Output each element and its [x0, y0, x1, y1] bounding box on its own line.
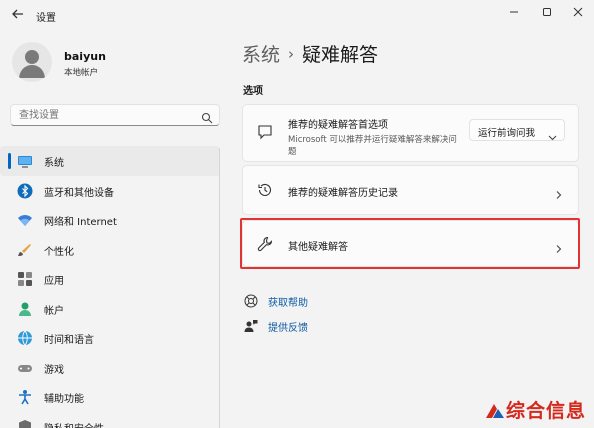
- breadcrumb: 系统 › 疑难解答: [242, 40, 378, 68]
- card-title: 推荐的疑难解答首选项: [288, 120, 388, 131]
- bluetooth-icon: [17, 183, 33, 199]
- account-icon: [17, 301, 33, 317]
- chevron-down-icon: [548, 127, 557, 141]
- breadcrumb-parent[interactable]: 系统: [242, 44, 280, 66]
- sidebar-item-label: 蓝牙和其他设备: [44, 187, 114, 199]
- help-link-label: 获取帮助: [268, 298, 308, 309]
- sidebar-item-label: 辅助功能: [44, 394, 84, 405]
- sidebar-item-accounts[interactable]: 帐户: [0, 294, 220, 324]
- sidebar-item-bluetooth[interactable]: 蓝牙和其他设备: [0, 176, 220, 206]
- highlight-box: [240, 218, 580, 269]
- avatar[interactable]: [12, 42, 52, 82]
- sidebar-item-time-language[interactable]: 时间和语言: [0, 323, 220, 353]
- back-arrow-icon[interactable]: [10, 7, 26, 23]
- feedback-icon: [244, 318, 258, 332]
- system-icon: [17, 153, 33, 169]
- watermark-text: 综合信息: [506, 400, 587, 422]
- help-icon: [244, 293, 258, 308]
- sidebar-item-label: 时间和语言: [44, 335, 94, 346]
- chat-bubble-icon: [257, 124, 273, 140]
- app-title: 设置: [36, 13, 56, 24]
- wifi-icon: [17, 212, 33, 228]
- sidebar-item-privacy[interactable]: 隐私和安全性: [0, 412, 220, 428]
- card-title: 推荐的疑难解答历史记录: [288, 188, 398, 199]
- maximize-icon[interactable]: [537, 4, 557, 24]
- sidebar-item-label: 系统: [44, 158, 64, 169]
- card-description: Microsoft 可以推荐并运行疑难解答来解决问题: [288, 135, 457, 157]
- shield-icon: [17, 419, 33, 428]
- sidebar-item-gaming[interactable]: 游戏: [0, 353, 220, 383]
- help-link-label: 提供反馈: [268, 323, 308, 334]
- gamepad-icon: [17, 360, 33, 376]
- sidebar-item-label: 个性化: [44, 246, 74, 258]
- search-input[interactable]: [19, 105, 199, 125]
- recommended-troubleshooter-card: 推荐的疑难解答首选项 Microsoft 可以推荐并运行疑难解答来解决问题 运行…: [242, 104, 579, 162]
- sidebar-item-system[interactable]: 系统: [0, 146, 220, 176]
- watermark-logo: [484, 400, 506, 422]
- sidebar-item-network[interactable]: 网络和 Internet: [0, 205, 220, 235]
- run-preference-dropdown[interactable]: 运行前询问我: [469, 119, 565, 141]
- apps-icon: [17, 271, 33, 287]
- brush-icon: [17, 242, 33, 258]
- search-box[interactable]: [10, 104, 220, 126]
- sidebar-item-label: 隐私和安全性: [44, 420, 104, 428]
- accessibility-icon: [17, 389, 33, 405]
- history-icon: [257, 182, 273, 198]
- troubleshooter-history-card[interactable]: 推荐的疑难解答历史记录: [242, 165, 579, 215]
- active-indicator: [8, 153, 11, 169]
- page-title: 疑难解答: [302, 44, 379, 66]
- sidebar-item-label: 网络和 Internet: [44, 217, 117, 228]
- minimize-icon[interactable]: [504, 4, 524, 24]
- sidebar-item-accessibility[interactable]: 辅助功能: [0, 382, 220, 412]
- watermark: 综合信息: [484, 394, 594, 428]
- dropdown-value: 运行前询问我: [478, 128, 536, 139]
- section-label: 选项: [243, 86, 263, 97]
- account-type: 本地帐户: [64, 68, 99, 78]
- sidebar-scrollbar[interactable]: [219, 148, 220, 428]
- sidebar-nav: 系统 蓝牙和其他设备 网络和 Internet 个性化 应用 帐户 时间和语言 …: [0, 146, 220, 428]
- sidebar-item-label: 应用: [44, 276, 64, 287]
- sidebar-item-label: 游戏: [44, 364, 64, 376]
- breadcrumb-separator: ›: [288, 44, 295, 63]
- profile-name: baiyun: [64, 50, 106, 63]
- sidebar-item-apps[interactable]: 应用: [0, 264, 220, 294]
- close-icon[interactable]: [568, 4, 588, 24]
- title-bar: 设置: [0, 0, 594, 30]
- sidebar-item-label: 帐户: [44, 305, 64, 317]
- chevron-right-icon: [554, 185, 564, 199]
- search-icon[interactable]: [201, 109, 213, 124]
- globe-icon: [17, 330, 33, 346]
- sidebar-item-personalization[interactable]: 个性化: [0, 235, 220, 265]
